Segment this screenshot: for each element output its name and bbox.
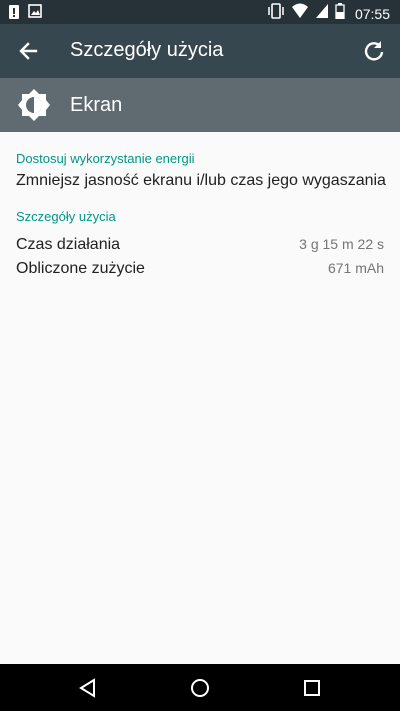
usage-section-title: Szczegóły użycia <box>16 209 116 224</box>
refresh-button[interactable] <box>360 37 388 65</box>
refresh-icon <box>360 41 388 69</box>
arrow-back-icon <box>14 42 42 69</box>
alert-icon <box>8 4 20 25</box>
nav-recents-button[interactable] <box>300 676 324 700</box>
status-right-icons: 07:55 <box>267 3 390 24</box>
app-name: Ekran <box>70 94 123 116</box>
recents-square-icon <box>300 680 324 704</box>
usage-value: 3 g 15 m 22 s <box>299 236 384 252</box>
energy-suggestion-item[interactable]: Zmniejsz jasność ekranu i/lub czas jego … <box>16 172 386 190</box>
status-time: 07:55 <box>354 5 390 22</box>
vibrate-icon <box>267 3 285 24</box>
back-triangle-icon <box>76 678 100 704</box>
usage-row: Obliczone zużycie 671 mAh <box>16 260 384 278</box>
wifi-icon <box>291 3 309 24</box>
back-button[interactable] <box>14 37 42 65</box>
battery-icon <box>335 3 345 24</box>
image-icon <box>28 4 42 25</box>
signal-icon <box>315 3 329 24</box>
energy-section-title: Dostosuj wykorzystanie energii <box>16 151 195 166</box>
nav-home-button[interactable] <box>188 676 212 700</box>
home-circle-icon <box>188 679 212 704</box>
nav-back-button[interactable] <box>76 676 100 700</box>
status-bar: 07:55 <box>0 0 400 24</box>
usage-value: 671 mAh <box>327 260 384 276</box>
app-header: Ekran <box>0 78 400 132</box>
navigation-bar <box>0 664 400 711</box>
usage-label: Obliczone zużycie <box>16 260 145 277</box>
app-bar: Szczegóły użycia <box>0 24 400 78</box>
brightness-icon <box>16 87 52 123</box>
page-title: Szczegóły użycia <box>70 39 224 61</box>
usage-row: Czas działania 3 g 15 m 22 s <box>16 236 384 254</box>
usage-label: Czas działania <box>16 236 121 253</box>
status-left-icons <box>8 4 42 25</box>
